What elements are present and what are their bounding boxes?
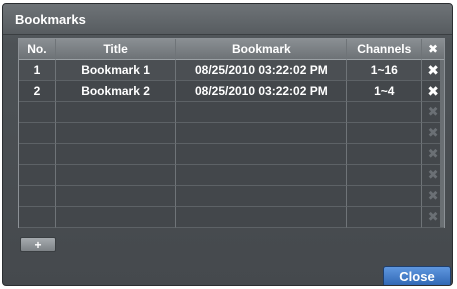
table-row: ✖ <box>19 123 444 144</box>
header-title[interactable]: Title <box>55 39 177 60</box>
table-row[interactable]: 1 Bookmark 1 08/25/2010 03:22:02 PM 1~16… <box>19 60 444 81</box>
add-bookmark-button[interactable]: + <box>20 237 56 252</box>
scrollbar[interactable] <box>440 60 444 227</box>
title-bar: Bookmarks <box>3 4 452 35</box>
row-title: Bookmark 2 <box>55 81 177 102</box>
table-row: ✖ <box>19 207 444 228</box>
bookmarks-table: No. Title Bookmark Channels ✖ 1 Bookmark… <box>18 38 445 228</box>
delete-all-icon[interactable]: ✖ <box>422 39 444 60</box>
row-no <box>19 144 56 165</box>
row-bookmark <box>176 144 348 165</box>
row-title <box>55 186 177 207</box>
row-bookmark <box>176 165 348 186</box>
row-channels: 1~4 <box>347 81 423 102</box>
table-row: ✖ <box>19 102 444 123</box>
row-no <box>19 186 56 207</box>
close-button[interactable]: Close <box>383 266 451 285</box>
row-channels <box>347 186 423 207</box>
row-channels <box>347 102 423 123</box>
row-channels <box>347 207 423 228</box>
table-row: ✖ <box>19 186 444 207</box>
row-bookmark <box>176 186 348 207</box>
row-channels <box>347 144 423 165</box>
table-row: ✖ <box>19 165 444 186</box>
header-channels[interactable]: Channels <box>347 39 423 60</box>
bookmarks-dialog: Bookmarks No. Title Bookmark Channels ✖ … <box>2 3 453 286</box>
row-no <box>19 207 56 228</box>
row-channels <box>347 123 423 144</box>
row-bookmark <box>176 207 348 228</box>
row-bookmark: 08/25/2010 03:22:02 PM <box>176 60 348 81</box>
table-row: ✖ <box>19 144 444 165</box>
row-channels <box>347 165 423 186</box>
row-bookmark: 08/25/2010 03:22:02 PM <box>176 81 348 102</box>
row-channels: 1~16 <box>347 60 423 81</box>
row-bookmark <box>176 123 348 144</box>
row-no <box>19 102 56 123</box>
row-title <box>55 144 177 165</box>
dialog-title: Bookmarks <box>15 12 86 27</box>
table-header: No. Title Bookmark Channels ✖ <box>19 39 444 60</box>
row-no <box>19 165 56 186</box>
header-no[interactable]: No. <box>19 39 56 60</box>
row-title <box>55 165 177 186</box>
table-row[interactable]: 2 Bookmark 2 08/25/2010 03:22:02 PM 1~4 … <box>19 81 444 102</box>
header-bookmark[interactable]: Bookmark <box>176 39 348 60</box>
row-no <box>19 123 56 144</box>
row-title <box>55 123 177 144</box>
row-title: Bookmark 1 <box>55 60 177 81</box>
row-no: 1 <box>19 60 56 81</box>
row-title <box>55 207 177 228</box>
row-no: 2 <box>19 81 56 102</box>
row-title <box>55 102 177 123</box>
row-bookmark <box>176 102 348 123</box>
